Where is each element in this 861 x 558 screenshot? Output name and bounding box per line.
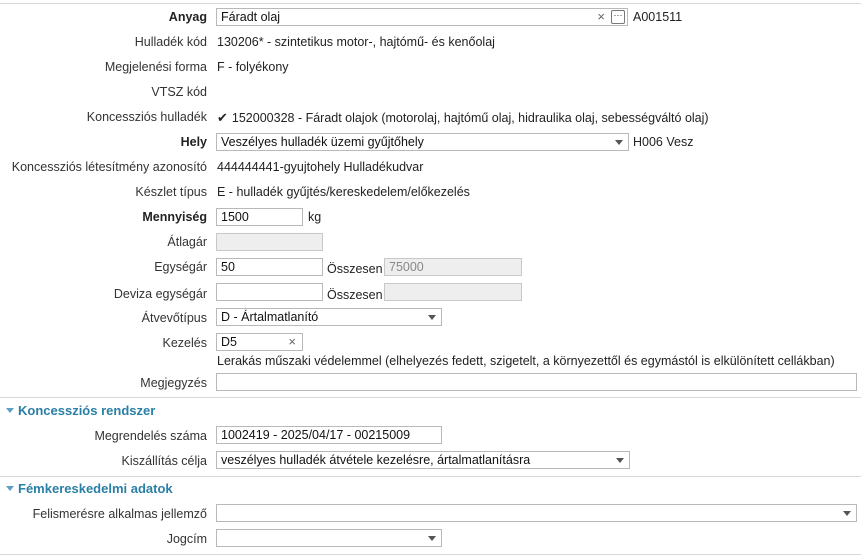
section-divider — [0, 476, 861, 477]
mennyiseg-input[interactable]: 1500 — [216, 208, 303, 226]
kiszallitas-celja-select[interactable]: veszélyes hulladék átvétele kezelésre, á… — [216, 451, 630, 469]
collapse-triangle-icon — [6, 486, 14, 491]
koncesszios-hulladek-value: 152000328 - Fáradt olajok (motorolaj, ha… — [231, 111, 709, 125]
hely-value: Veszélyes hulladék üzemi gyűjtőhely — [221, 135, 424, 149]
egysegar-label: Egységár — [154, 260, 207, 274]
section-koncesszios-rendszer-title: Koncessziós rendszer — [18, 403, 156, 418]
chevron-down-icon — [615, 140, 623, 145]
deviza-egysegar-input[interactable] — [216, 283, 323, 301]
kiszallitas-celja-value: veszélyes hulladék átvétele kezelésre, á… — [221, 453, 531, 467]
anyag-value: Fáradt olaj — [221, 10, 281, 24]
atvevotipus-select[interactable]: D - Ártalmatlanító — [216, 308, 442, 326]
atlagar-label: Átlagár — [167, 235, 207, 249]
kezeles-description: Lerakás műszaki védelemmel (elhelyezés f… — [217, 354, 835, 368]
keszlet-tipus-value: E - hulladék gyűjtés/kereskedelem/előkez… — [217, 185, 470, 199]
megjelenesi-forma-label: Megjelenési forma — [104, 60, 207, 74]
felismeresre-label: Felismerésre alkalmas jellemző — [32, 507, 207, 521]
anyag-browse-icon[interactable]: ··· — [611, 10, 625, 24]
anyag-clear-icon[interactable]: × — [597, 9, 605, 25]
bottom-divider — [0, 554, 861, 555]
deviza-egysegar-label: Deviza egységár — [113, 287, 207, 301]
hulladek-kod-value: 130206* - szintetikus motor-, hajtómű- é… — [217, 35, 495, 49]
kiszallitas-celja-label: Kiszállítás célja — [121, 454, 207, 468]
mennyiseg-unit: kg — [308, 210, 322, 224]
kezeles-value: D5 — [221, 335, 237, 349]
chevron-down-icon — [428, 536, 436, 541]
megrendeles-szama-input[interactable]: 1002419 - 2025/04/17 - 00215009 — [216, 426, 442, 444]
atvevotipus-label: Átvevőtípus — [141, 311, 207, 325]
kezeles-combobox[interactable]: D5 × — [216, 333, 303, 351]
koncesszios-hulladek-label: Koncessziós hulladék — [86, 110, 207, 124]
atlagar-input — [216, 233, 323, 251]
anyag-code: A001511 — [633, 10, 683, 24]
felismeresre-select[interactable] — [216, 504, 857, 522]
section-divider — [0, 397, 861, 398]
section-koncesszios-rendszer[interactable]: Koncessziós rendszer — [6, 403, 155, 418]
top-divider — [0, 3, 861, 4]
keszlet-tipus-label: Készlet típus — [135, 185, 207, 199]
mennyiseg-label: Mennyiség — [142, 210, 207, 224]
anyag-combobox[interactable]: Fáradt olaj × ··· — [216, 8, 628, 26]
vtsz-kod-label: VTSZ kód — [151, 85, 207, 99]
hely-label: Hely — [180, 135, 207, 149]
section-femkereskedelmi-adatok[interactable]: Fémkereskedelmi adatok — [6, 481, 173, 496]
kezeles-clear-icon[interactable]: × — [288, 334, 296, 350]
megrendeles-szama-label: Megrendelés száma — [94, 429, 207, 443]
koncesszios-letesitmeny-label: Koncessziós létesítmény azonosító — [11, 160, 207, 174]
section-femkereskedelmi-adatok-title: Fémkereskedelmi adatok — [18, 481, 173, 496]
hulladek-kod-label: Hulladék kód — [134, 35, 207, 49]
hely-select[interactable]: Veszélyes hulladék üzemi gyűjtőhely — [216, 133, 629, 151]
osszesen2-label: Összesen — [327, 288, 383, 302]
osszesen2-input — [384, 283, 522, 301]
collapse-triangle-icon — [6, 408, 14, 413]
hely-code: H006 Vesz — [633, 135, 694, 149]
osszesen1-input: 75000 — [384, 258, 522, 276]
chevron-down-icon — [616, 458, 624, 463]
megjelenesi-forma-value: F - folyékony — [217, 60, 289, 74]
koncesszios-letesitmeny-value: 444444441-gyujtohely Hulladékudvar — [217, 160, 424, 174]
chevron-down-icon — [843, 511, 851, 516]
chevron-down-icon — [428, 315, 436, 320]
osszesen1-label: Összesen — [327, 262, 383, 276]
jogcim-label: Jogcím — [166, 532, 207, 546]
megjegyzes-input[interactable] — [216, 373, 857, 391]
anyag-label: Anyag — [168, 10, 207, 24]
megjegyzes-label: Megjegyzés — [140, 376, 207, 390]
koncesszios-hulladek-row: ✔ 152000328 - Fáradt olajok (motorolaj, h… — [217, 110, 709, 126]
egysegar-input[interactable]: 50 — [216, 258, 323, 276]
checkmark-icon: ✔ — [217, 110, 228, 125]
jogcim-select[interactable] — [216, 529, 442, 547]
atvevotipus-value: D - Ártalmatlanító — [221, 310, 319, 324]
kezeles-label: Kezelés — [162, 336, 207, 350]
